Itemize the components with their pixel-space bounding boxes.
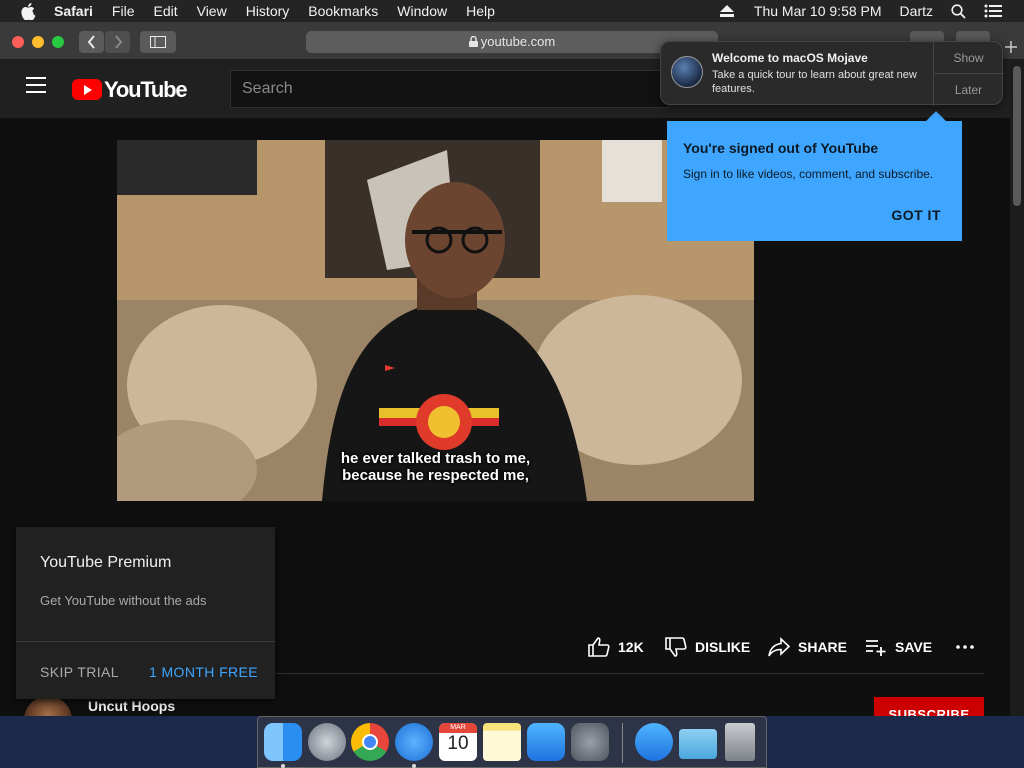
save-label: SAVE: [895, 639, 933, 655]
sidebar-toggle-button[interactable]: [140, 31, 176, 53]
premium-subtitle: Get YouTube without the ads: [40, 593, 207, 608]
signed-out-title: You're signed out of YouTube: [683, 140, 879, 156]
notification-message: Take a quick tour to learn about great n…: [712, 69, 917, 95]
more-options-icon[interactable]: [956, 645, 974, 649]
notes-icon[interactable]: [483, 723, 521, 761]
safari-running-indicator: [412, 764, 416, 768]
finder-running-indicator: [281, 764, 285, 768]
mojave-notification[interactable]: Welcome to macOS Mojave Take a quick tou…: [660, 41, 1004, 106]
dock-separator: [622, 723, 623, 763]
finder-icon[interactable]: [264, 723, 302, 761]
save-button[interactable]: SAVE: [865, 636, 932, 658]
search-input[interactable]: Search: [230, 70, 670, 108]
skip-trial-button[interactable]: SKIP TRIAL: [40, 664, 119, 680]
notification-later-button[interactable]: Later: [933, 83, 1004, 97]
youtube-logo-text[interactable]: YouTube: [104, 77, 188, 103]
chevron-right-icon: [114, 35, 122, 49]
back-button[interactable]: [79, 31, 104, 53]
signed-out-tooltip: You're signed out of YouTube Sign in to …: [667, 111, 962, 241]
sidebar-icon: [150, 36, 166, 48]
downloads-folder-icon[interactable]: [679, 729, 717, 759]
one-month-free-button[interactable]: 1 MONTH FREE: [149, 664, 258, 680]
zoom-window-button[interactable]: [52, 36, 64, 48]
premium-title: YouTube Premium: [40, 554, 172, 571]
menu-bar: Safari File Edit View History Bookmarks …: [0, 0, 1024, 22]
address-text: youtube.com: [480, 34, 556, 49]
share-arrow-icon: [768, 637, 790, 657]
menu-icon[interactable]: [26, 77, 46, 95]
dislike-label: DISLIKE: [695, 639, 751, 655]
menu-history[interactable]: History: [246, 3, 290, 19]
calendar-day: 10: [447, 733, 469, 754]
page-scrollbar[interactable]: [1010, 60, 1024, 716]
menu-view[interactable]: View: [197, 3, 227, 19]
lock-icon: [468, 35, 478, 47]
video-player[interactable]: he ever talked trash to me, because he r…: [117, 140, 754, 501]
chevron-left-icon: [87, 35, 95, 49]
signed-out-message: Sign in to like videos, comment, and sub…: [683, 167, 934, 181]
menu-file[interactable]: File: [112, 3, 135, 19]
youtube-logo-icon[interactable]: [72, 79, 102, 100]
notification-center-icon[interactable]: [984, 4, 1002, 18]
calendar-icon[interactable]: MAR 10: [439, 723, 477, 761]
notification-button-divider: [933, 73, 1004, 74]
menubar-user[interactable]: Dartz: [900, 3, 933, 19]
menu-help[interactable]: Help: [466, 3, 495, 19]
divider: [276, 673, 984, 674]
thumbs-down-icon: [665, 637, 687, 657]
premium-promo-popup: YouTube Premium Get YouTube without the …: [16, 527, 275, 699]
premium-divider: [16, 641, 275, 642]
video-caption: he ever talked trash to me, because he r…: [117, 450, 754, 484]
apple-icon[interactable]: [20, 2, 36, 20]
app-store-folder-icon[interactable]: [635, 723, 673, 761]
scrollbar-thumb[interactable]: [1013, 66, 1021, 206]
calendar-month: MAR: [439, 723, 477, 733]
mojave-icon: [671, 56, 703, 88]
minimize-window-button[interactable]: [32, 36, 44, 48]
dislike-button[interactable]: DISLIKE: [665, 636, 750, 658]
forward-button[interactable]: [105, 31, 130, 53]
channel-name[interactable]: Uncut Hoops: [88, 698, 175, 714]
address-bar[interactable]: youtube.com: [306, 31, 718, 53]
playlist-add-icon: [866, 640, 886, 656]
got-it-button[interactable]: GOT IT: [891, 207, 941, 223]
share-label: SHARE: [798, 639, 848, 655]
eject-icon[interactable]: [719, 5, 734, 17]
system-preferences-icon[interactable]: [571, 723, 609, 761]
new-tab-icon[interactable]: [1004, 40, 1018, 54]
video-frame: [117, 140, 754, 501]
safari-icon[interactable]: [395, 723, 433, 761]
thumbs-up-icon: [588, 637, 610, 657]
close-window-button[interactable]: [12, 36, 24, 48]
trash-icon[interactable]: [725, 723, 755, 761]
notification-show-button[interactable]: Show: [933, 51, 1004, 65]
menu-edit[interactable]: Edit: [153, 3, 177, 19]
share-video-button[interactable]: SHARE: [768, 636, 847, 658]
menu-app-safari[interactable]: Safari: [54, 3, 93, 19]
spotlight-search-icon[interactable]: [951, 3, 966, 19]
menubar-clock[interactable]: Thu Mar 10 9:58 PM: [754, 3, 882, 19]
launchpad-icon[interactable]: [308, 723, 346, 761]
chrome-icon[interactable]: [351, 723, 389, 761]
notification-title: Welcome to macOS Mojave: [712, 51, 868, 65]
caption-line-2: because he respected me,: [342, 467, 529, 484]
menu-window[interactable]: Window: [397, 3, 447, 19]
caption-line-1: he ever talked trash to me,: [340, 450, 531, 467]
dock: MAR 10: [257, 716, 767, 768]
menu-bookmarks[interactable]: Bookmarks: [308, 3, 378, 19]
like-count: 12K: [618, 639, 644, 655]
like-button[interactable]: 12K: [588, 636, 644, 658]
app-store-icon[interactable]: [527, 723, 565, 761]
